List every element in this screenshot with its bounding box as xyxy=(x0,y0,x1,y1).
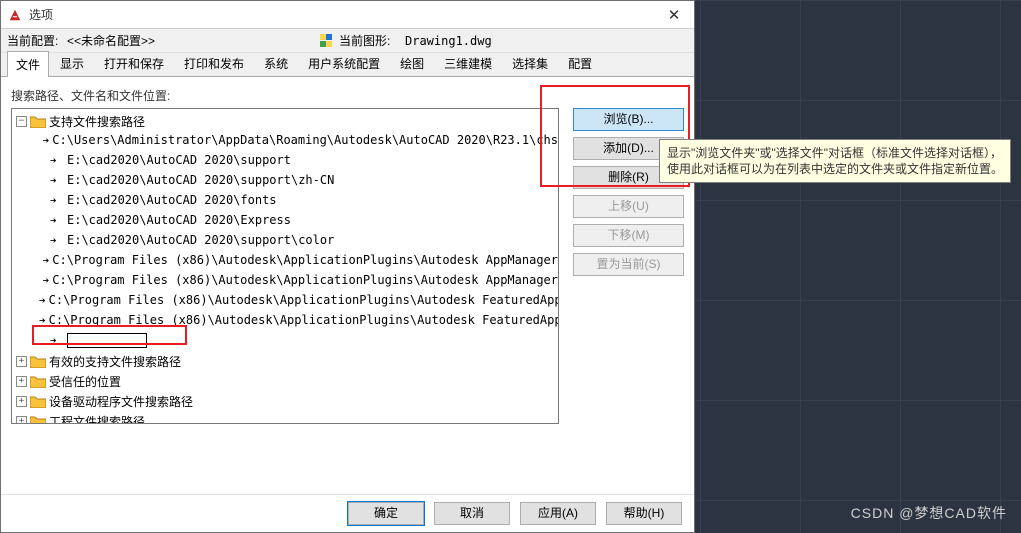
current-drawing-label: 当前图形: xyxy=(339,32,405,49)
folder-icon xyxy=(30,415,46,425)
path-icon xyxy=(50,215,64,226)
tab-user[interactable]: 用户系统配置 xyxy=(299,50,389,76)
current-profile-label: 当前配置: xyxy=(7,32,67,49)
tab-selection[interactable]: 选择集 xyxy=(503,50,557,76)
path-icon xyxy=(50,175,64,186)
dwg-icon xyxy=(317,34,335,48)
path-icon xyxy=(43,135,50,146)
tab-files[interactable]: 文件 xyxy=(7,51,49,77)
titlebar: 选项 ✕ xyxy=(1,1,694,29)
window-title: 选项 xyxy=(29,6,654,23)
tooltip-line2: 使用此对话框可以为在列表中选定的文件夹或文件指定新位置。 xyxy=(667,162,1003,176)
folder-icon xyxy=(30,375,46,388)
watermark: CSDN @梦想CAD软件 xyxy=(851,503,1007,523)
current-profile-value: <<未命名配置>> xyxy=(67,32,317,49)
tab-bar: 文件 显示 打开和保存 打印和发布 系统 用户系统配置 绘图 三维建模 选择集 … xyxy=(1,53,694,77)
section-label: 搜索路径、文件名和文件位置: xyxy=(11,87,684,104)
movedown-button[interactable]: 下移(M) xyxy=(573,224,684,247)
expand-icon[interactable]: + xyxy=(16,396,27,407)
tab-open-save[interactable]: 打开和保存 xyxy=(95,50,173,76)
expand-icon[interactable]: + xyxy=(16,376,27,387)
tree-folder[interactable]: +有效的支持文件搜索路径 xyxy=(16,352,558,370)
collapse-icon[interactable]: − xyxy=(16,116,27,127)
tree-folder[interactable]: +设备驱动程序文件搜索路径 xyxy=(16,392,558,410)
path-icon xyxy=(50,235,64,246)
path-icon xyxy=(50,335,64,346)
path-icon xyxy=(43,255,50,266)
tab-profiles[interactable]: 配置 xyxy=(559,50,601,76)
app-icon xyxy=(1,8,29,22)
path-item[interactable]: C:\Program Files (x86)\Autodesk\Applicat… xyxy=(36,271,558,289)
path-item[interactable]: E:\cad2020\AutoCAD 2020\support\color xyxy=(36,231,558,249)
folder-icon xyxy=(30,115,46,128)
new-path-input[interactable] xyxy=(67,333,147,348)
path-icon xyxy=(39,295,46,306)
path-item[interactable]: C:\Program Files (x86)\Autodesk\Applicat… xyxy=(36,291,558,309)
path-item[interactable]: C:\Program Files (x86)\Autodesk\Applicat… xyxy=(36,251,558,269)
tree-root-support-paths[interactable]: − 支持文件搜索路径 xyxy=(16,112,558,130)
tree-folder[interactable]: +工程文件搜索路径 xyxy=(16,412,558,424)
help-button[interactable]: 帮助(H) xyxy=(606,502,682,525)
path-icon xyxy=(50,155,64,166)
browse-button[interactable]: 浏览(B)... xyxy=(573,108,684,131)
path-item[interactable]: E:\cad2020\AutoCAD 2020\Express xyxy=(36,211,558,229)
tooltip-line1: 显示"浏览文件夹"或"选择文件"对话框（标准文件选择对话框）， xyxy=(667,146,1002,160)
close-button[interactable]: ✕ xyxy=(654,2,694,28)
path-icon xyxy=(50,195,64,206)
path-item[interactable]: C:\Program Files (x86)\Autodesk\Applicat… xyxy=(36,311,558,329)
path-icon xyxy=(39,315,46,326)
tab-plot[interactable]: 打印和发布 xyxy=(175,50,253,76)
tree-root-label: 支持文件搜索路径 xyxy=(49,113,145,130)
path-item[interactable]: E:\cad2020\AutoCAD 2020\support xyxy=(36,151,558,169)
tab-content: 搜索路径、文件名和文件位置: − 支持文件搜索路径 C:\Users\Admin… xyxy=(1,77,694,494)
tab-drafting[interactable]: 绘图 xyxy=(391,50,433,76)
path-item[interactable]: C:\Users\Administrator\AppData\Roaming\A… xyxy=(36,131,558,149)
path-item[interactable]: E:\cad2020\AutoCAD 2020\fonts xyxy=(36,191,558,209)
folder-icon xyxy=(30,395,46,408)
cancel-button[interactable]: 取消 xyxy=(434,502,510,525)
apply-button[interactable]: 应用(A) xyxy=(520,502,596,525)
options-dialog: 选项 ✕ 当前配置: <<未命名配置>> 当前图形: Drawing1.dwg … xyxy=(0,0,695,533)
tab-display[interactable]: 显示 xyxy=(51,50,93,76)
tooltip: 显示"浏览文件夹"或"选择文件"对话框（标准文件选择对话框）， 使用此对话框可以… xyxy=(659,139,1011,183)
search-paths-tree[interactable]: − 支持文件搜索路径 C:\Users\Administrator\AppDat… xyxy=(11,108,559,424)
moveup-button[interactable]: 上移(U) xyxy=(573,195,684,218)
path-icon xyxy=(43,275,50,286)
path-item[interactable]: E:\cad2020\AutoCAD 2020\support\zh-CN xyxy=(36,171,558,189)
new-path-item[interactable] xyxy=(36,331,558,349)
dialog-footer: 确定 取消 应用(A) 帮助(H) xyxy=(1,494,694,532)
tab-system[interactable]: 系统 xyxy=(255,50,297,76)
tree-folder[interactable]: +受信任的位置 xyxy=(16,372,558,390)
current-drawing-value: Drawing1.dwg xyxy=(405,34,492,48)
expand-icon[interactable]: + xyxy=(16,356,27,367)
expand-icon[interactable]: + xyxy=(16,416,27,425)
folder-icon xyxy=(30,355,46,368)
ok-button[interactable]: 确定 xyxy=(348,502,424,525)
tab-3d[interactable]: 三维建模 xyxy=(435,50,501,76)
setcurrent-button[interactable]: 置为当前(S) xyxy=(573,253,684,276)
